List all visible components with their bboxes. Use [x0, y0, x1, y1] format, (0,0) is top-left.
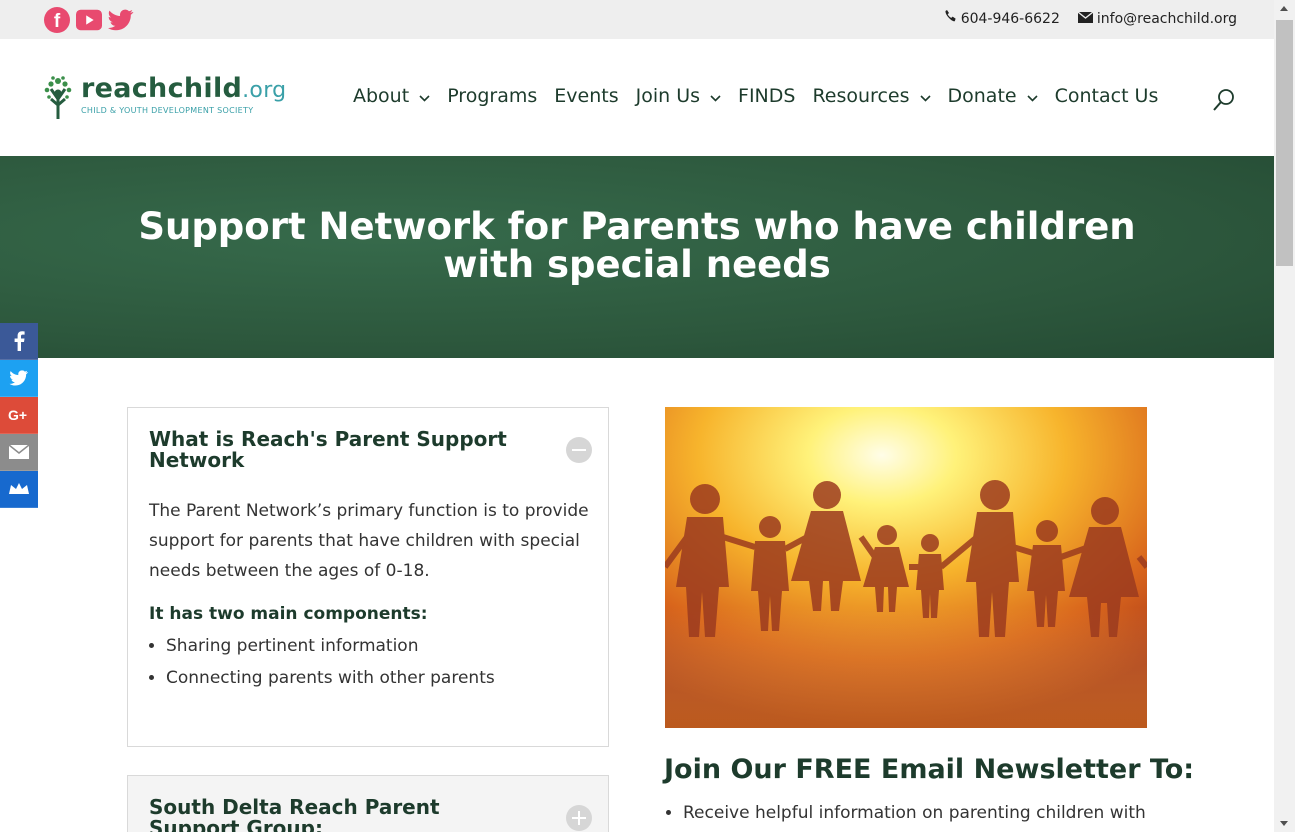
share-google-plus-icon[interactable]: G+: [0, 397, 38, 434]
phone-link[interactable]: 604-946-6622: [944, 10, 1060, 27]
main-nav: About Programs Events Join Us FINDS Reso…: [353, 85, 1175, 107]
scrollbar-thumb[interactable]: [1276, 20, 1293, 266]
logo-tagline: CHILD & YOUTH DEVELOPMENT SOCIETY: [81, 106, 254, 115]
logo-org: .org: [242, 78, 287, 103]
nav-join-us[interactable]: Join Us: [636, 85, 721, 107]
chevron-down-icon: [1027, 85, 1038, 107]
accordion-paragraph: The Parent Network’s primary function is…: [149, 501, 589, 581]
email-address: info@reachchild.org: [1096, 10, 1237, 27]
share-bar: G+: [0, 323, 38, 508]
phone-icon: [944, 10, 957, 27]
accordion-parent-support: What is Reach's Parent Support Network T…: [127, 407, 609, 747]
nav-events[interactable]: Events: [554, 85, 618, 107]
list-item: Receive helpful information on parenting…: [683, 800, 1153, 826]
expand-icon[interactable]: [566, 805, 592, 831]
newsletter-benefits: Receive helpful information on parenting…: [683, 800, 1153, 826]
top-bar: f 604-946-6622 info@reachchild.org: [0, 0, 1274, 39]
nav-resources[interactable]: Resources: [812, 85, 931, 107]
family-paper-chain-image: [665, 407, 1147, 728]
share-sumo-crown-icon[interactable]: [0, 471, 38, 508]
accordion-subheading: It has two main components:: [149, 604, 428, 624]
scroll-down-arrow-icon[interactable]: [1280, 821, 1288, 826]
accordion-bullets: Sharing pertinent information Connecting…: [166, 630, 594, 694]
page-hero: Support Network for Parents who have chi…: [0, 156, 1274, 358]
search-button[interactable]: [1213, 88, 1235, 116]
email-link[interactable]: info@reachchild.org: [1077, 10, 1237, 27]
accordion-content: The Parent Network’s primary function is…: [149, 496, 594, 694]
scroll-up-arrow-icon[interactable]: [1280, 6, 1288, 11]
svg-text:G+: G+: [8, 408, 27, 422]
chevron-down-icon: [919, 85, 931, 107]
facebook-icon[interactable]: f: [44, 7, 70, 33]
share-email-icon[interactable]: [0, 434, 38, 471]
site-logo[interactable]: reachchild.org CHILD & YOUTH DEVELOPMENT…: [43, 75, 286, 123]
list-item: Sharing pertinent information: [166, 630, 594, 662]
list-item: Connecting parents with other parents: [166, 662, 594, 694]
nav-finds[interactable]: FINDS: [738, 85, 795, 107]
envelope-icon: [1077, 10, 1094, 27]
newsletter-heading: Join Our FREE Email Newsletter To:: [664, 754, 1195, 785]
accordion-title[interactable]: South Delta Reach Parent Support Group:: [149, 797, 529, 832]
page-title: Support Network for Parents who have chi…: [138, 205, 1136, 286]
chevron-down-icon: [710, 85, 721, 107]
logo-wordmark: reachchild: [81, 73, 243, 104]
social-links: f: [44, 7, 134, 33]
nav-about[interactable]: About: [353, 85, 430, 107]
accordion-south-delta[interactable]: South Delta Reach Parent Support Group:: [127, 775, 609, 832]
share-facebook-icon[interactable]: [0, 323, 38, 360]
twitter-icon[interactable]: [108, 7, 134, 33]
svg-text:f: f: [54, 11, 61, 32]
nav-contact-us[interactable]: Contact Us: [1055, 85, 1159, 107]
search-icon: [1213, 89, 1235, 116]
collapse-icon[interactable]: [566, 437, 592, 463]
scrollbar[interactable]: [1274, 0, 1295, 832]
phone-number: 604-946-6622: [960, 10, 1060, 27]
youtube-icon[interactable]: [76, 7, 102, 33]
accordion-title[interactable]: What is Reach's Parent Support Network: [149, 429, 529, 471]
chevron-down-icon: [419, 85, 430, 107]
tree-logo-icon: [43, 75, 73, 123]
share-twitter-icon[interactable]: [0, 360, 38, 397]
contact-info: 604-946-6622 info@reachchild.org: [944, 10, 1237, 27]
nav-programs[interactable]: Programs: [447, 85, 537, 107]
nav-donate[interactable]: Donate: [948, 85, 1038, 107]
site-header: reachchild.org CHILD & YOUTH DEVELOPMENT…: [0, 39, 1274, 156]
